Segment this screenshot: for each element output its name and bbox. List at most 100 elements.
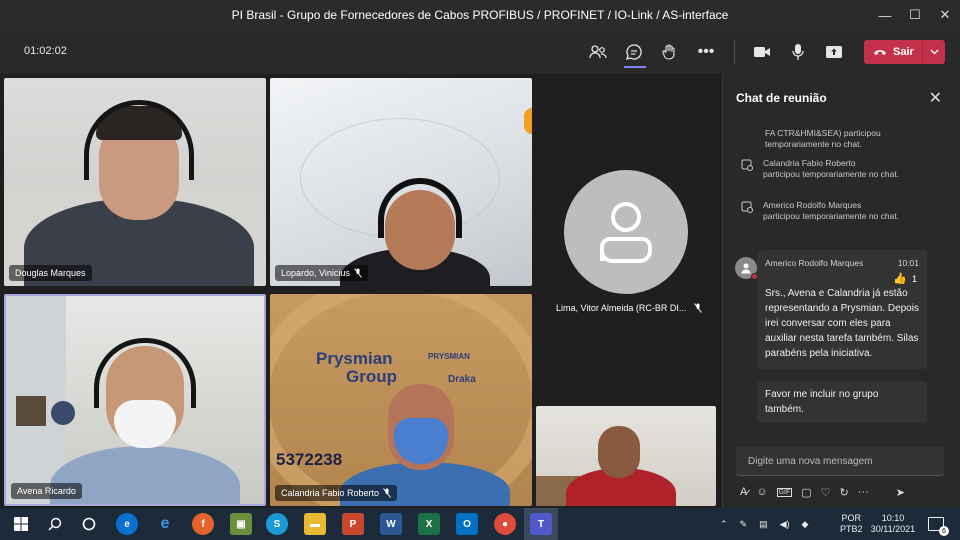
brand-small-text-2: Draka [448, 374, 476, 385]
close-chat-icon[interactable]: ✕ [929, 88, 942, 108]
dropbox-icon[interactable]: ◆ [802, 519, 809, 530]
leave-main[interactable]: Sair [864, 40, 922, 64]
message-time: 10:01 [897, 258, 919, 268]
praise-icon[interactable]: ♡ [821, 486, 831, 499]
system-message: FA CTR&HMI&SEA) participou temporariamen… [765, 128, 881, 149]
gif-icon[interactable]: GIF [776, 487, 793, 497]
word-icon[interactable]: W [380, 513, 402, 535]
participants-icon[interactable] [586, 40, 610, 64]
clock-time: 10:10 [881, 513, 905, 523]
tray-chevron-icon[interactable]: ⌃ [720, 519, 728, 530]
brand-small-text: PRYSMIAN [428, 352, 470, 361]
chat-message-followup[interactable]: Favor me incluir no grupo também. [757, 381, 927, 423]
reactions-icon[interactable] [658, 40, 682, 64]
leave-button[interactable]: Sair [864, 40, 945, 64]
hang-up-icon [874, 50, 886, 55]
notification-center-icon[interactable]: 6 [928, 508, 949, 540]
sticker-icon[interactable]: ▢ [801, 486, 811, 499]
window-title: PI Brasil - Grupo de Fornecedores de Cab… [231, 8, 729, 22]
leave-label: Sair [893, 46, 914, 58]
more-options-icon[interactable]: ••• [694, 40, 718, 64]
windows-taskbar: e e f ▣ S ▬ P W X O ● T ⌃ ✎ ▤ ◀) ◆ POR P… [0, 508, 960, 540]
chat-active-indicator [624, 66, 646, 68]
system-tray: ⌃ ✎ ▤ ◀) ◆ [720, 508, 808, 540]
message-compose-input[interactable]: Digite uma nova mensagem [736, 447, 944, 476]
firefox-icon[interactable]: f [192, 513, 214, 535]
muted-mic-icon [694, 303, 703, 313]
leave-dropdown-chevron-icon[interactable] [922, 40, 945, 64]
author-avatar[interactable] [735, 257, 758, 280]
powerpoint-icon[interactable]: P [342, 513, 364, 535]
chat-join-icon [741, 159, 755, 180]
close-window-button[interactable]: ✕ [928, 0, 960, 30]
system-message: Americo Rodolfo Marques participou tempor… [741, 200, 931, 222]
skype-icon[interactable]: S [266, 513, 288, 535]
format-icon[interactable]: A̷ [740, 486, 747, 498]
headset [94, 338, 196, 408]
participant-name-tag: Douglas Marques [9, 265, 92, 281]
chat-join-icon [741, 201, 755, 222]
muted-mic-icon [383, 488, 391, 498]
video-stage: Douglas Marques Lopardo, Vinicius Lima, … [0, 74, 722, 508]
compose-toolbar: A̷ ☺ GIF ▢ ♡ ↻ ··· ➤ [736, 484, 946, 500]
notification-count: 6 [939, 526, 949, 536]
reaction-count: 1 [911, 273, 917, 284]
camera-icon[interactable] [750, 40, 774, 64]
muted-mic-icon [353, 268, 362, 278]
windows-start-icon[interactable] [10, 513, 32, 535]
loop-icon[interactable]: ↻ [840, 486, 849, 499]
shelf-object [16, 396, 46, 426]
self-view-tile[interactable] [536, 406, 716, 506]
excel-icon[interactable]: X [418, 513, 440, 535]
video-tile-lopardo[interactable]: Lopardo, Vinicius [270, 78, 532, 286]
orange-object [524, 108, 532, 134]
brand-logo-text: Prysmian Group [316, 349, 397, 386]
app-icon[interactable]: ▣ [230, 513, 252, 535]
headset [84, 100, 194, 180]
send-icon[interactable]: ➤ [896, 486, 905, 499]
video-tile-lima[interactable]: Lima, Vitor Almeida (RC-BR DI... [536, 78, 720, 398]
person-placeholder-icon [600, 202, 652, 263]
teams-icon[interactable]: T [530, 513, 552, 535]
microphone-icon[interactable] [786, 40, 810, 64]
message-author: Americo Rodolfo Marques [765, 258, 864, 268]
cortana-icon[interactable] [78, 513, 100, 535]
participant-name-tag: Lopardo, Vinicius [275, 265, 368, 281]
language-indicator[interactable]: POR PTB2 [840, 508, 863, 540]
maximize-button[interactable]: ☐ [898, 0, 932, 30]
internet-explorer-icon[interactable]: e [154, 513, 176, 535]
chat-message[interactable]: Americo Rodolfo Marques 10:01 👍 1 Srs., … [757, 250, 927, 369]
participant-avatar [564, 170, 688, 294]
file-explorer-icon[interactable]: ▬ [304, 513, 326, 535]
thumbs-up-icon: 👍 [893, 273, 907, 285]
system-message: Calandria Fabio Roberto participou tempor… [741, 158, 931, 180]
network-icon[interactable]: ▤ [759, 519, 768, 530]
reaction-like[interactable]: 👍 1 [893, 272, 917, 285]
drum-number: 5372238 [276, 450, 343, 469]
video-tile-douglas[interactable]: Douglas Marques [4, 78, 266, 286]
person-face [598, 426, 640, 478]
chrome-icon[interactable]: ● [494, 513, 516, 535]
pen-icon[interactable]: ✎ [740, 519, 748, 530]
volume-icon[interactable]: ◀) [780, 519, 790, 530]
message-text: Favor me incluir no grupo também. [765, 389, 879, 415]
emoji-icon[interactable]: ☺ [756, 486, 767, 498]
participant-name-label: Lima, Vitor Almeida (RC-BR DI... [556, 303, 703, 313]
clock-date: 30/11/2021 [870, 524, 916, 534]
participant-name-tag: Calandria Fabio Roberto [275, 485, 398, 501]
chat-panel: Chat de reunião ✕ FA CTR&HMI&SEA) partic… [722, 74, 960, 508]
shelf-object [51, 401, 75, 425]
chat-icon[interactable] [622, 40, 646, 64]
search-icon[interactable] [44, 513, 66, 535]
edge-icon[interactable]: e [116, 513, 138, 535]
minimize-button[interactable]: — [868, 0, 902, 30]
share-screen-icon[interactable] [822, 40, 846, 64]
clock[interactable]: 10:10 30/11/2021 [868, 508, 918, 540]
title-bar: PI Brasil - Grupo de Fornecedores de Cab… [0, 0, 960, 30]
video-tile-avena[interactable]: Avena Ricardo [4, 294, 266, 506]
outlook-icon[interactable]: O [456, 513, 478, 535]
more-compose-icon[interactable]: ··· [858, 486, 869, 498]
participant-name-tag: Avena Ricardo [11, 483, 82, 499]
video-tile-calandria[interactable]: Prysmian Group PRYSMIAN Draka 5372238 Ca… [270, 294, 532, 506]
toolbar-separator [734, 40, 735, 64]
